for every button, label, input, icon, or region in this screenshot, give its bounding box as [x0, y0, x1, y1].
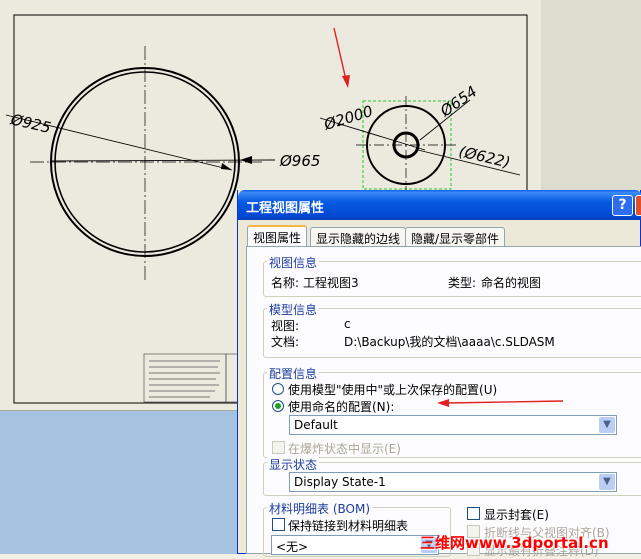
display-state-dropdown[interactable]: Display State-1 ▼	[289, 472, 617, 492]
title-block	[143, 353, 239, 403]
model-view-value: c	[344, 317, 351, 331]
annotation-arrow-config	[437, 399, 564, 407]
checkbox-show-exploded[interactable]	[272, 441, 285, 454]
checkbox-show-exploded-label[interactable]: 在爆炸状态中显示(E)	[288, 440, 401, 457]
chevron-down-icon[interactable]: ▼	[599, 417, 615, 433]
config-info-title: 配置信息	[267, 365, 320, 382]
dimension-654[interactable]: Ø654	[436, 82, 480, 121]
checkbox-show-envelope[interactable]	[467, 507, 480, 520]
checkbox-show-envelope-label[interactable]: 显示封套(E)	[484, 506, 549, 523]
dimension-925[interactable]: Ø925	[8, 110, 52, 137]
view-name-value: 工程视图3	[303, 276, 359, 290]
radio-use-named-config-label[interactable]: 使用命名的配置(N):	[288, 398, 394, 415]
radio-use-named-config[interactable]	[272, 400, 284, 412]
named-config-dropdown[interactable]: Default ▼	[289, 415, 617, 435]
bom-dropdown[interactable]: <无> ▼	[271, 535, 439, 555]
tab-panel: 视图信息 名称: 工程视图3 类型: 命名的视图 模型信息 视图: c 文档: …	[246, 246, 641, 558]
bom-title: 材料明细表 (BOM)	[267, 500, 372, 517]
model-view-label: 视图:	[271, 319, 300, 333]
display-state-value: Display State-1	[294, 475, 386, 489]
bom-value: <无>	[276, 540, 309, 554]
help-button[interactable]: ?	[612, 195, 633, 216]
annotation-arrow	[333, 27, 350, 88]
chevron-down-icon[interactable]: ▼	[599, 474, 615, 490]
dimension-2000[interactable]: Ø2000	[321, 102, 375, 134]
model-info-title: 模型信息	[267, 301, 320, 318]
display-state-title: 显示状态	[267, 456, 320, 473]
checkbox-keep-bom-link-label[interactable]: 保持链接到材料明细表	[288, 517, 408, 534]
radio-use-model-config[interactable]	[272, 383, 284, 395]
drawing-view-properties-dialog: 工程视图属性 ? × 视图属性 显示隐藏的边线 隐藏/显示零部件 视图信息 名称…	[237, 190, 641, 558]
radio-use-model-config-label[interactable]: 使用模型"使用中"或上次保存的配置(U)	[288, 381, 497, 398]
tab-view-properties[interactable]: 视图属性	[247, 225, 308, 247]
tab-hide-show-components[interactable]: 隐藏/显示零部件	[405, 227, 506, 246]
close-button[interactable]: ×	[635, 195, 641, 216]
watermark: 三维网www.3dportal.cn	[420, 534, 609, 552]
named-config-value: Default	[294, 418, 338, 432]
view-info-title: 视图信息	[267, 254, 320, 271]
checkbox-keep-bom-link[interactable]	[272, 518, 285, 531]
dimension-965[interactable]: Ø965	[279, 152, 320, 170]
model-doc-label: 文档:	[271, 335, 300, 349]
view-type-label: 类型:	[448, 276, 477, 290]
tab-show-hidden-edges[interactable]: 显示隐藏的边线	[310, 227, 407, 246]
dialog-title: 工程视图属性	[246, 201, 325, 216]
view-type-value: 命名的视图	[481, 276, 542, 290]
view-name-label: 名称:	[271, 276, 300, 290]
large-drawing-view[interactable]	[5, 46, 276, 280]
model-doc-value: D:\Backup\我的文档\aaaa\c.SLDASM	[344, 335, 555, 349]
dimension-622[interactable]: (Ø622)	[457, 142, 512, 171]
dialog-title-bar[interactable]: 工程视图属性 ? ×	[238, 190, 641, 220]
